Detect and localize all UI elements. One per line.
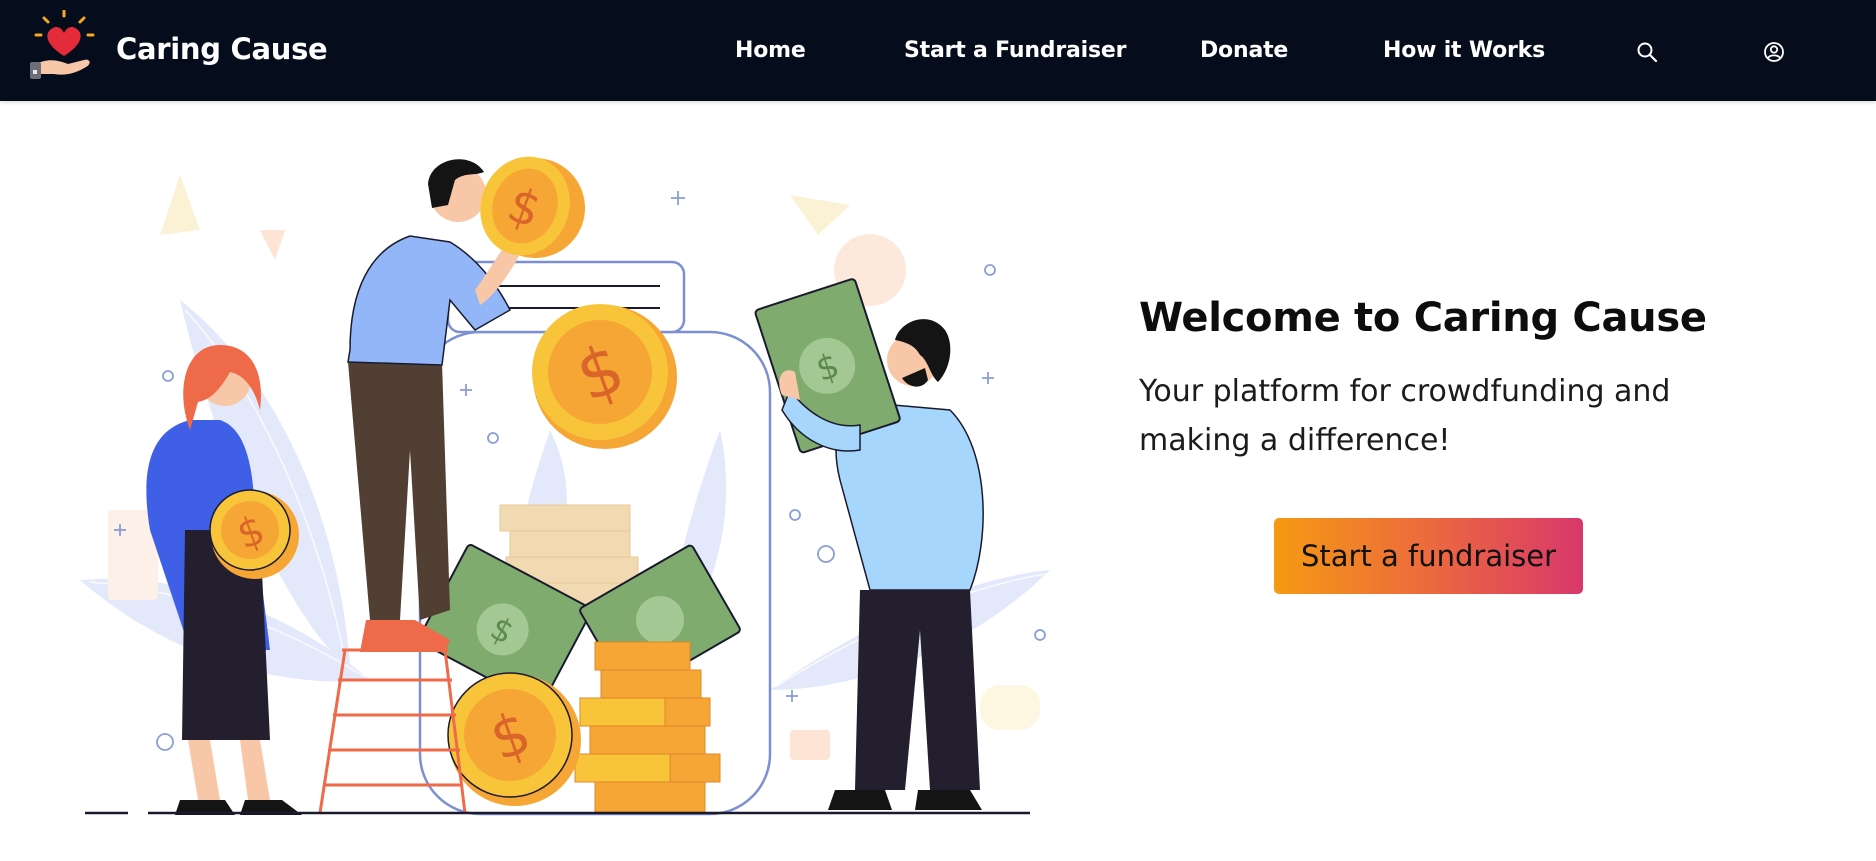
- user-circle-icon[interactable]: [1763, 41, 1785, 63]
- navbar: Caring Cause Home Start a Fundraiser Don…: [0, 0, 1876, 101]
- start-fundraiser-button[interactable]: Start a fundraiser: [1274, 518, 1583, 594]
- hero-subtitle: Your platform for crowdfunding and makin…: [1139, 374, 1671, 458]
- nav-link-how-it-works[interactable]: How it Works: [1383, 38, 1545, 63]
- brand-name: Caring Cause: [116, 32, 328, 66]
- brand[interactable]: Caring Cause: [28, 10, 328, 88]
- nav-link-donate[interactable]: Donate: [1200, 38, 1288, 63]
- hero-text: Welcome to Caring Cause Your platform fo…: [1139, 295, 1799, 465]
- nav-link-home[interactable]: Home: [735, 38, 806, 63]
- hero-title: Welcome to Caring Cause: [1139, 295, 1707, 341]
- people-donating-coins-jar-illustration: $ $ $ $ $ $: [80, 156, 1050, 816]
- nav-link-start-a-fundraiser[interactable]: Start a Fundraiser: [904, 38, 1126, 63]
- search-icon[interactable]: [1636, 41, 1658, 63]
- heart-in-hand-icon: [30, 10, 95, 79]
